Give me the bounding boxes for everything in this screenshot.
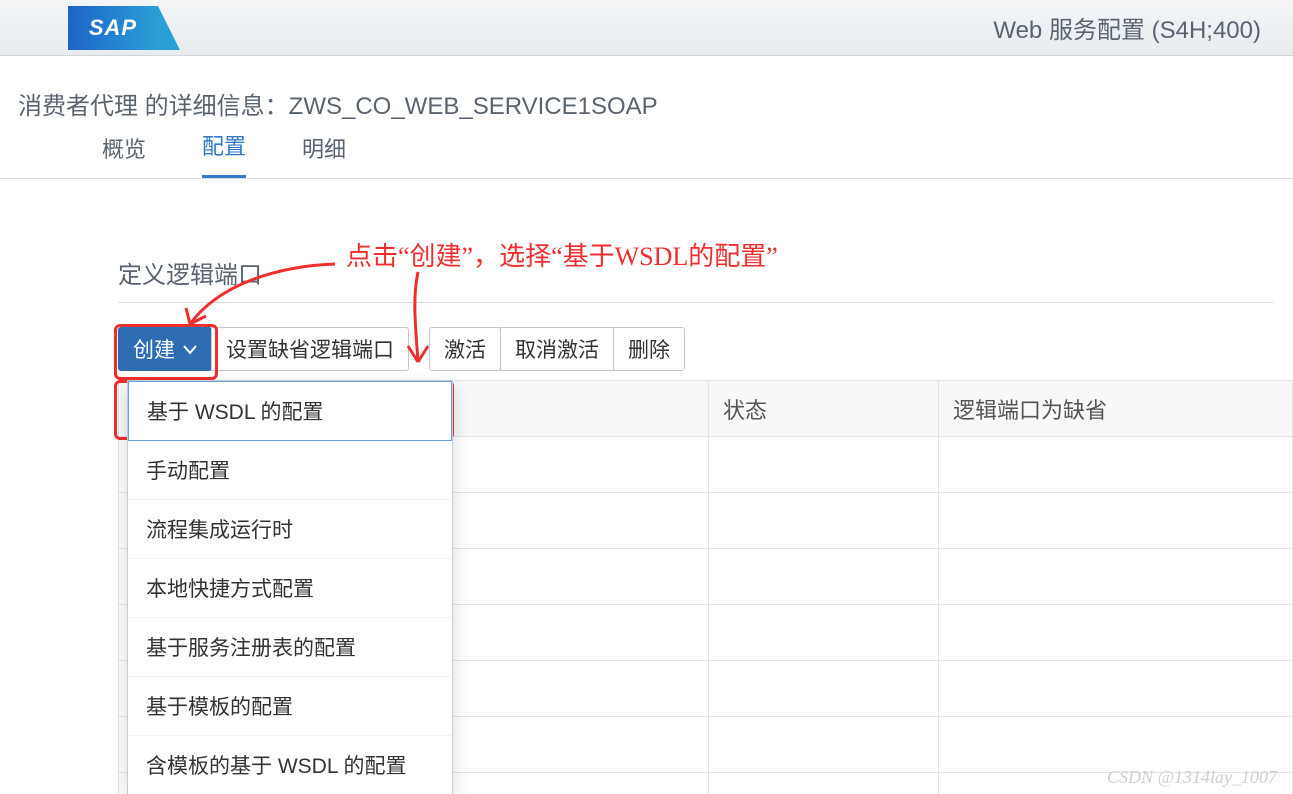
shell-title: Web 服务配置 (S4H;400) [993, 10, 1261, 45]
watermark: CSDN @1314lay_1007 [1107, 767, 1277, 788]
deactivate-button[interactable]: 取消激活 [500, 327, 614, 371]
tabstrip: 概览 配置 明细 [0, 131, 1293, 179]
chevron-down-icon [183, 337, 197, 361]
menu-item-local-shortcut[interactable]: 本地快捷方式配置 [128, 559, 452, 618]
create-button-label: 创建 [133, 334, 175, 364]
sap-logo: SAP [68, 6, 158, 50]
menu-item-template-config[interactable]: 基于模板的配置 [128, 677, 452, 736]
menu-item-service-registry[interactable]: 基于服务注册表的配置 [128, 618, 452, 677]
delete-button[interactable]: 删除 [613, 327, 685, 371]
toolbar: 创建 设置缺省逻辑端口 激活 取消激活 删除 [0, 327, 1293, 371]
set-default-port-button[interactable]: 设置缺省逻辑端口 [211, 327, 409, 371]
tab-config[interactable]: 配置 [202, 129, 246, 178]
menu-item-wsdl-config[interactable]: 基于 WSDL 的配置 [128, 381, 452, 441]
create-button[interactable]: 创建 [118, 327, 212, 371]
content-area: 定义逻辑端口 创建 设置缺省逻辑端口 激活 取消激活 删除 [0, 179, 1293, 371]
menu-item-process-integration[interactable]: 流程集成运行时 [128, 500, 452, 559]
toolbar-group-create: 创建 设置缺省逻辑端口 [118, 327, 409, 371]
app-root: SAP Web 服务配置 (S4H;400) 消费者代理 的详细信息：ZWS_C… [0, 0, 1293, 794]
toolbar-group-activate: 激活 取消激活 删除 [429, 327, 685, 371]
menu-item-template-wsdl[interactable]: 含模板的基于 WSDL 的配置 [128, 736, 452, 794]
page-title: 消费者代理 的详细信息：ZWS_CO_WEB_SERVICE1SOAP [0, 56, 1293, 131]
col-header-2[interactable]: 逻辑端口为缺省 [939, 381, 1293, 437]
tab-overview[interactable]: 概览 [102, 132, 146, 178]
menu-item-manual-config[interactable]: 手动配置 [128, 441, 452, 500]
tab-detail[interactable]: 明细 [302, 132, 346, 178]
shell-header: SAP Web 服务配置 (S4H;400) [0, 0, 1293, 56]
activate-button[interactable]: 激活 [429, 327, 501, 371]
annotation-text: 点击“创建”，选择“基于WSDL的配置” [346, 236, 778, 273]
create-dropdown-menu: 基于 WSDL 的配置 手动配置 流程集成运行时 本地快捷方式配置 基于服务注册… [127, 380, 453, 794]
col-header-1[interactable]: 状态 [709, 381, 939, 437]
